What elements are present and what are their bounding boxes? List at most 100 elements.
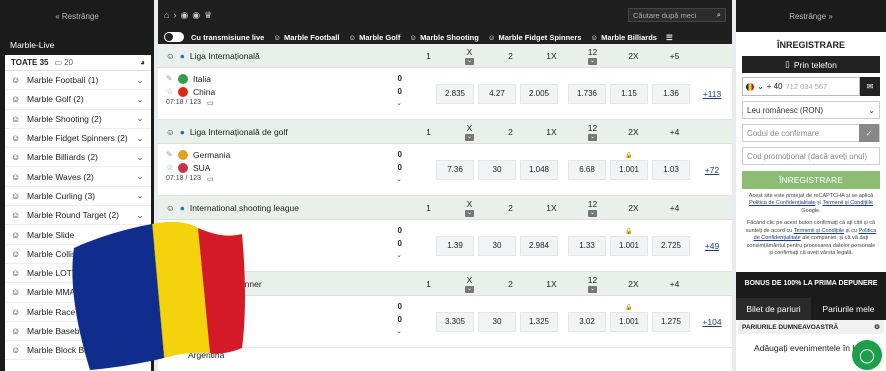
chevron-down-icon[interactable]: ⌄: [135, 171, 145, 182]
odds-button[interactable]: 1.15: [610, 83, 648, 104]
odds-button[interactable]: 2.984: [520, 235, 558, 256]
odds-button[interactable]: 30: [478, 311, 516, 332]
odds-button[interactable]: 1.001: [610, 304, 648, 332]
chevron-down-icon[interactable]: ⌄: [135, 152, 145, 163]
collapse-right-button[interactable]: Restrânge »: [736, 0, 886, 32]
chevron-down-icon[interactable]: ⌄: [757, 82, 764, 91]
chevron-down-icon[interactable]: ⌄: [396, 99, 402, 107]
chat-icon[interactable]: ◯: [852, 340, 882, 370]
chevron-down-icon[interactable]: ⌄: [588, 285, 597, 293]
more-markets-link[interactable]: +104: [692, 317, 732, 327]
more-markets-link[interactable]: +113: [692, 89, 732, 99]
more-markets-link[interactable]: +49: [692, 241, 732, 251]
pin-icon[interactable]: ✎: [166, 74, 178, 83]
chevron-down-icon[interactable]: ⌄: [135, 94, 145, 105]
confirmation-code-field[interactable]: Codul de confirmare ✓: [742, 124, 880, 142]
odds-button[interactable]: 1.001: [610, 228, 648, 256]
chevron-down-icon[interactable]: ⌄: [588, 133, 597, 141]
ball-icon[interactable]: ◉: [180, 10, 188, 21]
odds-button[interactable]: 1.03: [652, 159, 690, 180]
odds-button[interactable]: 2.005: [520, 83, 558, 104]
check-icon[interactable]: ✓: [859, 124, 879, 142]
tab-my-bets[interactable]: Pariurile mele: [811, 298, 886, 320]
sidebar-item[interactable]: ☺ Marble Football (1) ⌄: [5, 71, 151, 91]
search-icon[interactable]: ⌕: [717, 10, 721, 20]
chevron-down-icon[interactable]: ⌄: [135, 133, 145, 144]
chevron-down-icon[interactable]: ⌄: [396, 251, 402, 259]
odds-button[interactable]: 1.048: [520, 159, 558, 180]
sidebar-item[interactable]: ☺ Marble Fidget Spinners (2) ⌄: [5, 129, 151, 149]
event-row[interactable]: ✎ Italia 0 ☆ China 0 07:18 / 123 ▭ ⌄ 2.835 4.27…: [158, 68, 732, 120]
league-name[interactable]: ☺ ● International shooting league: [158, 203, 408, 213]
chevron-down-icon[interactable]: ⌄: [396, 327, 402, 335]
odds-button[interactable]: 2.725: [652, 235, 690, 256]
event-row[interactable]: ✎ Germania 0 ☆ SUA 0 07:18 / 123 ▭ ⌄ 7.36 30 1.0…: [158, 144, 732, 196]
filter-item[interactable]: ☺ Marble Billiards: [590, 33, 657, 42]
chevron-down-icon[interactable]: ⌄: [588, 209, 597, 217]
globe-icon[interactable]: ◕: [140, 58, 145, 67]
odds-header: 2: [508, 278, 513, 289]
trophy-icon[interactable]: ♛: [204, 10, 212, 21]
collapse-left-button[interactable]: « Restrânge: [0, 0, 154, 32]
phone-field[interactable]: ⌄ + 40 712 034 567: [742, 77, 860, 96]
odds-button[interactable]: 4.27: [478, 83, 516, 104]
gear-icon[interactable]: ⚙: [874, 323, 880, 331]
sidebar-item[interactable]: ☺ Marble Golf (2) ⌄: [5, 90, 151, 110]
odds-button[interactable]: 1.36: [652, 83, 690, 104]
filter-item[interactable]: ☺ Marble Football: [273, 33, 339, 42]
odds-button[interactable]: 30: [478, 235, 516, 256]
all-events-row[interactable]: TOATE 35 ▭ 20 ◕: [5, 55, 151, 71]
chevron-down-icon[interactable]: ⌄: [465, 285, 474, 293]
sidebar-item[interactable]: ☺ Marble Waves (2) ⌄: [5, 167, 151, 187]
odds-button[interactable]: 1.001: [610, 152, 648, 180]
search-input[interactable]: Căutare după meci ⌕: [628, 8, 726, 22]
sidebar-item[interactable]: ☺ Marble Shooting (2) ⌄: [5, 110, 151, 129]
star-icon[interactable]: ☆: [166, 163, 178, 172]
league-name[interactable]: ☺ ● Liga Internațională: [158, 51, 408, 61]
phone-registration-button[interactable]: ▯ Prin telefon: [742, 56, 880, 73]
terms-link-2[interactable]: Termenii și Condițiile: [794, 228, 844, 234]
odds-button[interactable]: 3.305: [436, 311, 474, 332]
chevron-down-icon[interactable]: ⌄: [588, 57, 597, 65]
romania-flag-icon[interactable]: [746, 82, 754, 91]
chevron-down-icon[interactable]: ⌄: [465, 57, 474, 65]
ball-icon-2[interactable]: ◉: [192, 10, 200, 21]
odds-button[interactable]: 1.33: [568, 235, 606, 256]
toggle-switch[interactable]: [164, 32, 184, 42]
more-menu-icon[interactable]: ☰: [666, 33, 673, 42]
chevron-down-icon[interactable]: ⌄: [135, 113, 145, 124]
odds-button[interactable]: 30: [478, 159, 516, 180]
terms-link[interactable]: Termenii și Condițiile: [822, 200, 872, 206]
email-icon[interactable]: ✉: [860, 77, 880, 96]
chevron-down-icon[interactable]: ⌄: [135, 75, 145, 86]
chevron-down-icon[interactable]: ⌄: [465, 133, 474, 141]
chevron-down-icon[interactable]: ⌄: [135, 190, 145, 201]
chevron-down-icon[interactable]: ⌄: [396, 175, 402, 183]
sidebar-item[interactable]: ☺ Marble Billiards (2) ⌄: [5, 148, 151, 168]
register-button[interactable]: ÎNREGISTRARE: [742, 171, 880, 189]
odds-button[interactable]: 2.835: [436, 83, 474, 104]
sidebar-item[interactable]: ☺ Marble Curling (3) ⌄: [5, 187, 151, 207]
privacy-policy-link[interactable]: Politica de Confidențialitate: [749, 200, 815, 206]
odds-button[interactable]: 1.325: [520, 311, 558, 332]
home-icon[interactable]: ⌂: [164, 10, 169, 21]
filter-item[interactable]: ☺ Marble Golf: [348, 33, 400, 42]
currency-select[interactable]: Leu românesc (RON) ⌄: [742, 101, 880, 119]
odds-button[interactable]: 3.02: [568, 311, 606, 332]
live-toggle[interactable]: Cu transmisiune live: [164, 32, 264, 42]
bonus-banner[interactable]: BONUS DE 100% LA PRIMA DEPUNERE: [736, 274, 886, 292]
filter-item[interactable]: ☺ Marble Shooting: [409, 33, 478, 42]
league-name[interactable]: ☺ ● Liga Internațională de golf: [158, 127, 408, 137]
odds-button[interactable]: 1.736: [568, 83, 606, 104]
odds-button[interactable]: 6.68: [568, 159, 606, 180]
chevron-down-icon[interactable]: ⌄: [465, 209, 474, 217]
pin-icon[interactable]: ✎: [166, 150, 178, 159]
more-markets-link[interactable]: +72: [692, 165, 732, 175]
filter-item[interactable]: ☺ Marble Fidget Spinners: [488, 33, 582, 42]
tab-betslip[interactable]: Bilet de pariuri: [736, 298, 811, 320]
odds-button[interactable]: 1.275: [652, 311, 690, 332]
star-icon[interactable]: ☆: [166, 87, 178, 96]
odds-button[interactable]: 7.36: [436, 159, 474, 180]
odds-button[interactable]: 1.39: [436, 235, 474, 256]
promo-code-field[interactable]: Cod promoțional (dacă aveți unul): [742, 147, 880, 165]
